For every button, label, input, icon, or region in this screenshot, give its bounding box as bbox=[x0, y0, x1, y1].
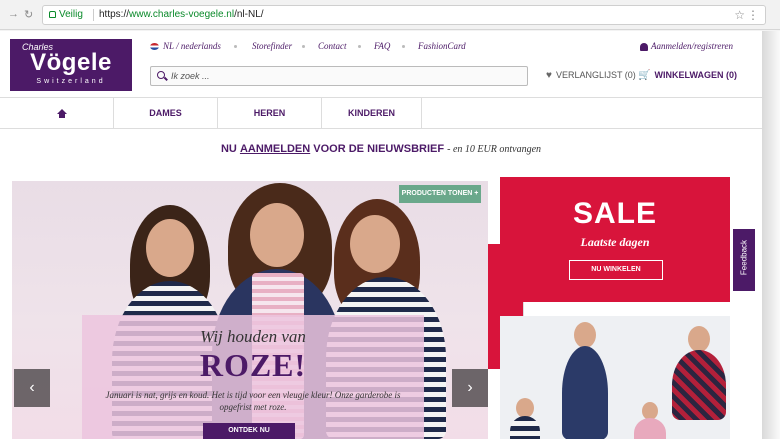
web-page: Charles Vögele Switzerland NL / nederlan… bbox=[0, 31, 762, 439]
logo-line-3: Switzerland bbox=[36, 78, 106, 85]
nav-kinderen[interactable]: KINDEREN bbox=[322, 98, 422, 128]
language-selector[interactable]: NL / nederlands bbox=[150, 41, 221, 51]
hero-headline-1: Wij houden van bbox=[200, 327, 306, 346]
url-text[interactable]: https://www.charles-voegele.nl/nl-NL/ bbox=[99, 6, 264, 24]
model-face bbox=[250, 203, 304, 267]
address-separator bbox=[93, 9, 94, 21]
shop-now-button[interactable]: NU WINKELEN bbox=[569, 260, 663, 280]
nav-separator bbox=[358, 45, 361, 48]
newsletter-banner[interactable]: NU AANMELDEN VOOR DE NIEUWSBRIEF - en 10… bbox=[0, 143, 762, 155]
hero-slider[interactable]: PRODUCTEN TONEN + Wij houden van ROZE! J… bbox=[12, 181, 488, 439]
search-placeholder: Ik zoek ... bbox=[171, 71, 210, 81]
cart-label: WINKELWAGEN (0) bbox=[654, 70, 737, 80]
feedback-label: Feedback bbox=[739, 239, 749, 276]
sale-tile[interactable]: SALE Laatste dagen NU WINKELEN bbox=[500, 177, 730, 302]
user-icon bbox=[640, 42, 648, 51]
browser-menu-icon[interactable]: ⋮ bbox=[747, 6, 759, 24]
sale-title: SALE bbox=[572, 197, 657, 230]
browser-chrome: → ↻ Veilig https://www.charles-voegele.n… bbox=[0, 0, 780, 30]
hero-body: Januari is nat, grijs en koud. Het is ti… bbox=[105, 390, 401, 412]
brand-logo[interactable]: Charles Vögele Switzerland bbox=[10, 39, 132, 91]
language-label: NL / nederlands bbox=[163, 41, 221, 51]
newsletter-part3: VOOR DE NIEUWSBRIEF bbox=[313, 143, 445, 155]
nav-storefinder[interactable]: Storefinder bbox=[252, 41, 292, 51]
hero-headline-2: ROZE! bbox=[199, 347, 307, 383]
discover-now-button[interactable]: ONTDEK NU bbox=[203, 423, 295, 439]
wishlist-label: VERLANGLIJST (0) bbox=[555, 70, 636, 80]
bookmark-star-icon[interactable]: ☆ bbox=[734, 6, 745, 24]
nav-separator bbox=[234, 45, 237, 48]
nav-separator bbox=[402, 45, 405, 48]
nav-heren[interactable]: HEREN bbox=[218, 98, 322, 128]
model-face bbox=[688, 326, 710, 352]
account-link[interactable]: Aanmelden/registreren bbox=[640, 41, 733, 51]
model-face bbox=[350, 215, 400, 273]
secure-label: Veilig bbox=[59, 9, 83, 20]
newsletter-offer: - en 10 EUR ontvangen bbox=[447, 144, 542, 155]
lock-icon bbox=[49, 11, 56, 18]
model-face bbox=[146, 219, 194, 277]
model-outfit bbox=[672, 350, 726, 420]
model-outfit bbox=[562, 346, 608, 439]
wishlist-link[interactable]: ♥ VERLANGLIJST (0) bbox=[546, 70, 636, 81]
newsletter-part1: NU bbox=[220, 143, 237, 155]
search-input[interactable]: Ik zoek ... bbox=[150, 66, 528, 86]
address-bar[interactable]: Veilig https://www.charles-voegele.nl/nl… bbox=[42, 5, 766, 25]
nav-contact[interactable]: Contact bbox=[318, 41, 347, 51]
account-label: Aanmelden/registreren bbox=[651, 41, 733, 51]
home-icon bbox=[56, 109, 67, 118]
slider-prev-button[interactable]: ‹ bbox=[14, 369, 50, 407]
model-face bbox=[516, 398, 534, 418]
nav-home[interactable] bbox=[10, 98, 114, 128]
url-host: www.charles-voegele.nl bbox=[129, 9, 235, 20]
nav-dames[interactable]: DAMES bbox=[114, 98, 218, 128]
model-face bbox=[574, 322, 596, 348]
url-scheme: https:// bbox=[99, 9, 130, 20]
hero-text-panel: Wij houden van ROZE! Januari is nat, gri… bbox=[82, 315, 424, 439]
cart-icon: 🛒 bbox=[638, 70, 651, 81]
newsletter-signup-link[interactable]: AANMELDEN bbox=[240, 143, 310, 155]
page-edge-shadow bbox=[762, 31, 780, 439]
family-promo-image[interactable] bbox=[500, 316, 730, 439]
forward-icon[interactable]: → bbox=[8, 8, 19, 20]
model-outfit bbox=[510, 416, 540, 439]
show-products-button[interactable]: PRODUCTEN TONEN + bbox=[399, 185, 481, 203]
nav-separator bbox=[302, 45, 305, 48]
nav-faq[interactable]: FAQ bbox=[374, 41, 390, 51]
nl-flag-icon bbox=[150, 43, 159, 51]
logo-line-2: Vögele bbox=[30, 49, 112, 76]
heart-icon: ♥ bbox=[546, 70, 552, 81]
feedback-tab[interactable]: Feedback bbox=[733, 229, 755, 291]
url-path: /nl-NL/ bbox=[234, 9, 264, 20]
sale-subtitle: Laatste dagen bbox=[580, 235, 650, 249]
model-outfit bbox=[634, 418, 666, 439]
nav-fashioncard[interactable]: FashionCard bbox=[418, 41, 466, 51]
reload-icon[interactable]: ↻ bbox=[24, 8, 33, 21]
category-nav: DAMES HEREN KINDEREN % SALE bbox=[0, 97, 762, 369]
cart-link[interactable]: 🛒 WINKELWAGEN (0) bbox=[638, 70, 737, 81]
search-icon bbox=[157, 71, 165, 79]
slider-next-button[interactable]: › bbox=[452, 369, 488, 407]
